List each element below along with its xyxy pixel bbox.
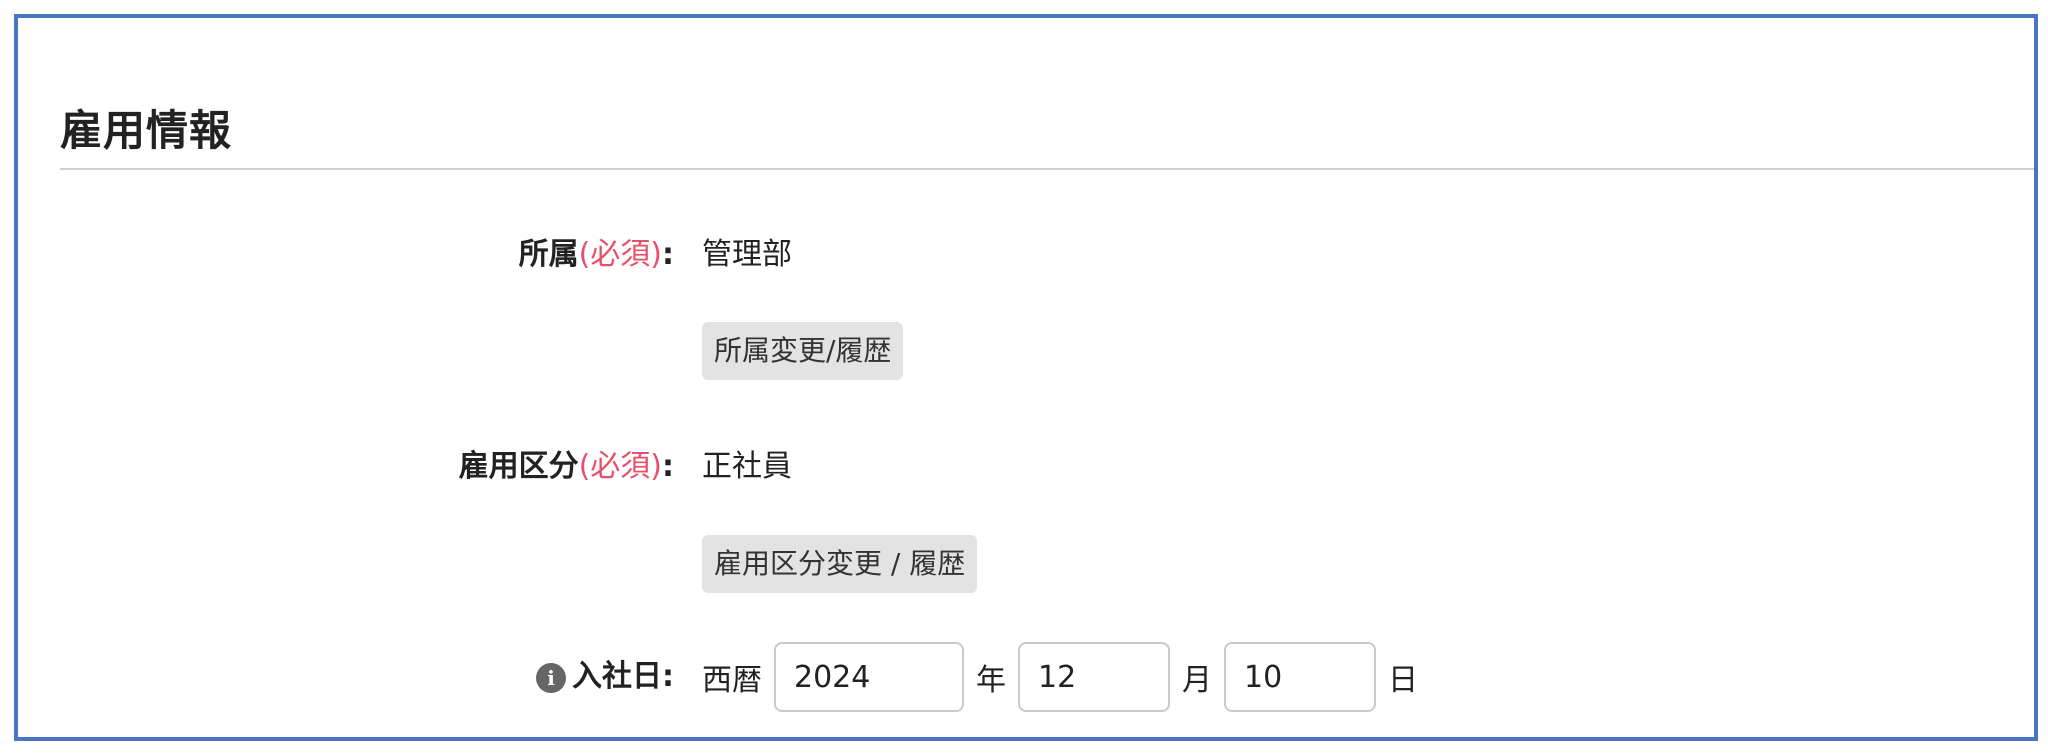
affiliation-label-colon: :	[662, 237, 674, 272]
employment-type-change-history-button[interactable]: 雇用区分変更 / 履歴	[702, 535, 978, 593]
era-prefix: 西暦	[702, 663, 762, 698]
section-divider	[60, 168, 2034, 170]
month-unit: 月	[1182, 663, 1212, 698]
hire-date-label-text: 入社日	[572, 659, 662, 694]
section-title: 雇用情報	[60, 106, 233, 155]
employment-type-required-marker: (必須)	[578, 449, 662, 484]
info-icon[interactable]: i	[536, 662, 566, 693]
hire-date-label: i 入社日:	[536, 662, 674, 693]
employment-type-value: 正社員	[702, 449, 792, 484]
day-unit: 日	[1388, 663, 1418, 698]
form-panel: 雇用情報 所属(必須): 管理部 所属変更/履歴 雇用区分(必須): 正社員 雇…	[14, 14, 2038, 741]
hire-month-input[interactable]	[1018, 642, 1170, 712]
hire-year-input[interactable]	[774, 642, 964, 712]
affiliation-label-text: 所属	[518, 237, 579, 272]
year-unit: 年	[976, 663, 1006, 698]
employment-type-label-colon: :	[662, 449, 674, 484]
affiliation-change-history-button[interactable]: 所属変更/履歴	[702, 322, 904, 380]
affiliation-value: 管理部	[702, 237, 792, 272]
employment-type-label: 雇用区分(必須):	[459, 452, 674, 482]
affiliation-label: 所属(必須):	[519, 240, 674, 270]
hire-date-inputs: 西暦 年 月 日	[702, 640, 1430, 714]
affiliation-required-marker: (必須)	[578, 237, 662, 272]
hire-date-label-colon: :	[662, 659, 674, 694]
hire-day-input[interactable]	[1224, 642, 1376, 712]
employment-type-label-text: 雇用区分	[458, 449, 579, 484]
